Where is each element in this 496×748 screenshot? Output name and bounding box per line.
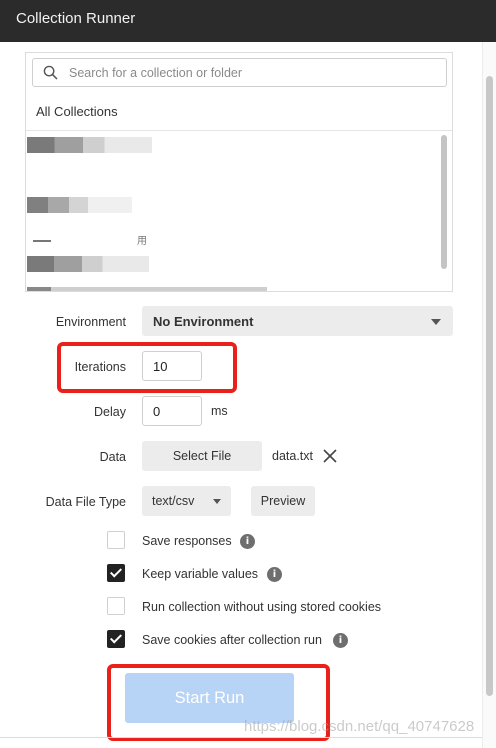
save-responses-checkbox[interactable] (107, 531, 125, 549)
start-run-button[interactable]: Start Run (125, 673, 294, 723)
save-cookies-checkbox[interactable] (107, 630, 125, 648)
collection-list-item[interactable] (27, 256, 149, 272)
collection-list-item[interactable] (27, 197, 132, 213)
search-icon (43, 65, 58, 80)
window-title: Collection Runner (16, 10, 136, 27)
no-stored-cookies-label[interactable]: Run collection without using stored cook… (142, 600, 381, 614)
keep-variable-values-label[interactable]: Keep variable values (142, 567, 258, 581)
data-file-type-label: Data File Type (45, 495, 126, 509)
info-icon[interactable]: i (333, 633, 348, 648)
delay-unit: ms (211, 404, 228, 418)
watermark: https://blog.csdn.net/qq_40747628 (244, 718, 475, 735)
environment-label: Environment (55, 315, 126, 329)
collection-search-box[interactable] (32, 58, 447, 87)
save-cookies-label[interactable]: Save cookies after collection run (142, 633, 322, 647)
environment-select[interactable]: No Environment (142, 306, 453, 336)
info-icon[interactable]: i (240, 534, 255, 549)
data-file-name: data.txt (272, 449, 313, 463)
iterations-label: Iterations (74, 360, 126, 374)
blurred-text (33, 240, 51, 242)
preview-button[interactable]: Preview (251, 486, 315, 516)
delay-label: Delay (94, 405, 126, 419)
data-file-type-value: text/csv (152, 494, 195, 508)
select-file-button[interactable]: Select File (142, 441, 262, 471)
bottom-divider (0, 737, 482, 738)
chevron-down-icon (431, 319, 441, 325)
collections-scrollbar-thumb[interactable] (441, 135, 447, 269)
checkmark-icon (109, 565, 123, 578)
collection-search-input[interactable] (69, 64, 439, 82)
environment-value: No Environment (153, 314, 254, 329)
checkmark-icon (109, 631, 123, 644)
window-titlebar: Collection Runner (0, 0, 496, 42)
collection-list-item-partial[interactable] (27, 287, 267, 291)
page-scrollbar-thumb[interactable] (486, 76, 493, 696)
delay-input[interactable] (142, 396, 202, 426)
data-label: Data (99, 450, 126, 464)
collection-list-item[interactable]: 用 (27, 231, 147, 247)
keep-variable-values-checkbox[interactable] (107, 564, 125, 582)
close-icon[interactable] (322, 448, 338, 464)
collections-panel: All Collections 用 (25, 52, 453, 292)
collection-item-suffix: 用 (137, 236, 147, 247)
collection-list-item[interactable] (27, 137, 152, 153)
info-icon[interactable]: i (267, 567, 282, 582)
save-responses-label[interactable]: Save responses (142, 534, 232, 548)
data-file-type-select[interactable]: text/csv (142, 486, 231, 516)
panel-divider (26, 130, 452, 131)
chevron-down-icon (213, 499, 221, 504)
all-collections-label[interactable]: All Collections (36, 104, 118, 119)
no-stored-cookies-checkbox[interactable] (107, 597, 125, 615)
iterations-input[interactable] (142, 351, 202, 381)
